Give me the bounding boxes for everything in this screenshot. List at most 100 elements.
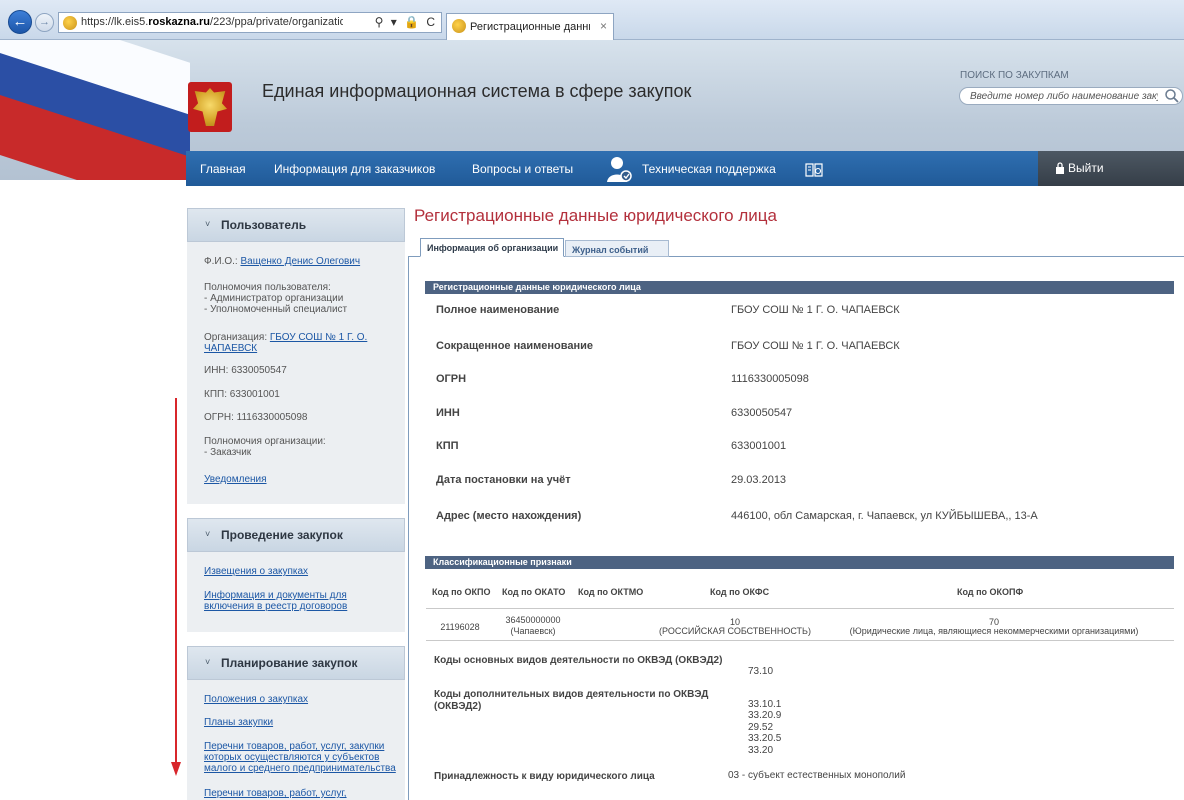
field-label-registration-date: Дата постановки на учёт bbox=[436, 474, 571, 486]
search-icon[interactable] bbox=[1164, 88, 1180, 104]
procurement-regulations-link[interactable]: Положения о закупках bbox=[204, 694, 308, 705]
okved-main-code: 73.10 bbox=[748, 666, 774, 677]
user-ogrn: ОГРН: 1116330005098 bbox=[204, 412, 308, 423]
user-panel-title: Пользователь bbox=[221, 218, 307, 232]
procurement-search-input[interactable] bbox=[959, 87, 1183, 105]
table-header: Код по ОКОПФ bbox=[957, 587, 1024, 597]
tab-organization-info[interactable]: Информация об организации bbox=[420, 238, 564, 257]
url-text: https://lk.eis5.roskazna.ru/223/ppa/priv… bbox=[81, 16, 343, 28]
tab-event-log[interactable]: Журнал событий bbox=[565, 240, 669, 257]
browser-tab[interactable]: Регистрационные данные ... × bbox=[446, 13, 614, 40]
okved-extra-code: 33.10.1 bbox=[748, 699, 782, 710]
user-organization: Организация: ГБОУ СОШ № 1 Г. О. bbox=[204, 332, 368, 343]
entity-type-label: Принадлежность к виду юридического лица bbox=[434, 771, 655, 782]
collapse-chevron-icon: ˅ bbox=[205, 529, 211, 539]
field-label-kpp: КПП bbox=[436, 440, 459, 452]
table-header: Код по ОКТМО bbox=[578, 587, 644, 597]
lock-icon bbox=[1056, 162, 1064, 174]
field-value-registration-date: 29.03.2013 bbox=[731, 474, 787, 486]
table-cell-okpo: 21196028 bbox=[440, 622, 480, 632]
field-value-address: 446100, обл Самарская, г. Чапаевск, ул К… bbox=[731, 510, 1038, 522]
tab-title: Регистрационные данные ... bbox=[470, 21, 590, 33]
user-permission-item: - Администратор организации bbox=[204, 293, 344, 304]
procurement-notices-link[interactable]: Извещения о закупках bbox=[204, 566, 308, 577]
back-button[interactable]: ← bbox=[8, 10, 32, 34]
site-favicon-icon bbox=[63, 16, 77, 30]
user-permission-item: - Уполномоченный специалист bbox=[204, 304, 348, 315]
okved-extra-code: 33.20.5 bbox=[748, 733, 782, 744]
field-value-short-name: ГБОУ СОШ № 1 Г. О. ЧАПАЕВСК bbox=[731, 340, 900, 352]
notifications-link[interactable]: Уведомления bbox=[204, 474, 267, 485]
tab-favicon-icon bbox=[452, 19, 466, 33]
okved-extra-code: 33.20.9 bbox=[748, 710, 782, 721]
table-cell-okopf-name: (Юридические лица, являющиеся некоммерче… bbox=[849, 626, 1139, 636]
nav-customers-info[interactable]: Информация для заказчиков bbox=[274, 162, 435, 176]
manual-book-icon[interactable] bbox=[805, 163, 823, 177]
field-label-ogrn: ОГРН bbox=[436, 373, 467, 385]
entity-type-value: 03 - субъект естественных монополий bbox=[728, 770, 906, 781]
russian-flag-decoration bbox=[0, 40, 190, 180]
search-label: ПОИСК ПО ЗАКУПКАМ bbox=[960, 70, 1069, 81]
nav-support[interactable]: Техническая поддержка bbox=[642, 162, 776, 176]
user-kpp: КПП: 633001001 bbox=[204, 389, 280, 400]
table-cell-okato-name: (Чапаевск) bbox=[510, 626, 556, 636]
planning-panel-header[interactable]: ˅ Планирование закупок bbox=[187, 646, 405, 680]
eagle-emblem-icon bbox=[193, 88, 227, 126]
organization-link-cont[interactable]: ЧАПАЕВСК bbox=[204, 343, 257, 354]
field-value-kpp: 633001001 bbox=[731, 440, 787, 452]
nav-faq[interactable]: Вопросы и ответы bbox=[472, 162, 573, 176]
user-inn: ИНН: 6330050547 bbox=[204, 365, 287, 376]
organization-link[interactable]: ГБОУ СОШ № 1 Г. О. bbox=[270, 332, 367, 343]
okved-extra-code: 33.20 bbox=[748, 745, 774, 756]
goods-lists-link[interactable]: Перечни товаров, работ, услуг, bbox=[204, 788, 347, 799]
okved-main-label: Коды основных видов деятельности по ОКВЭ… bbox=[434, 655, 723, 666]
field-value-ogrn: 1116330005098 bbox=[731, 373, 809, 385]
sme-lists-link-cont[interactable]: малого и среднего предпринимательства bbox=[204, 763, 396, 774]
page-title: Регистрационные данные юридического лица bbox=[414, 206, 777, 225]
procurement-panel-title: Проведение закупок bbox=[221, 528, 343, 542]
tab-close-icon[interactable]: × bbox=[600, 19, 607, 33]
sme-lists-link-cont[interactable]: которых осуществляются у субъектов bbox=[204, 752, 379, 763]
okved-extra-label-cont: (ОКВЭД2) bbox=[434, 701, 482, 712]
coat-of-arms-logo[interactable] bbox=[188, 82, 232, 132]
table-header: Код по ОКФС bbox=[710, 587, 770, 597]
red-scroll-arrow-annotation bbox=[171, 398, 181, 776]
collapse-chevron-icon: ˅ bbox=[205, 219, 211, 229]
okved-extra-label: Коды дополнительных видов деятельности п… bbox=[434, 689, 709, 700]
site-title[interactable]: Единая информационная система в сфере за… bbox=[262, 81, 691, 102]
procurement-panel-header[interactable]: ˅ Проведение закупок bbox=[187, 518, 405, 552]
field-value-inn: 6330050547 bbox=[731, 407, 793, 419]
field-label-address: Адрес (место нахождения) bbox=[436, 510, 582, 522]
table-cell-okato-code: 36450000000 bbox=[505, 615, 561, 625]
table-cell-okfs-name: (РОССИЙСКАЯ СОБСТВЕННОСТЬ) bbox=[659, 626, 811, 636]
forward-button[interactable]: → bbox=[35, 13, 54, 32]
table-header: Код по ОКАТО bbox=[502, 587, 566, 597]
field-value-full-name: ГБОУ СОШ № 1 Г. О. ЧАПАЕВСК bbox=[731, 304, 900, 316]
okved-extra-code: 29.52 bbox=[748, 722, 774, 733]
classification-section-header: Классификационные признаки bbox=[425, 556, 1174, 569]
browser-toolbar: ← → https://lk.eis5.roskazna.ru/223/ppa/… bbox=[0, 0, 1184, 40]
table-divider bbox=[426, 640, 1174, 641]
table-divider bbox=[426, 608, 1174, 609]
user-fio: Ф.И.О.: Ващенко Денис Олегович bbox=[204, 256, 361, 267]
user-panel-header[interactable]: ˅ Пользователь bbox=[187, 208, 405, 242]
collapse-chevron-icon: ˅ bbox=[205, 657, 211, 667]
address-bar-icons[interactable]: ⚲ ▾ 🔒 C bbox=[375, 15, 437, 29]
procurement-plans-link[interactable]: Планы закупки bbox=[204, 717, 273, 728]
support-person-icon bbox=[607, 157, 632, 182]
user-permissions-title: Полномочия пользователя: bbox=[204, 282, 331, 293]
sme-lists-link[interactable]: Перечни товаров, работ, услуг, закупки bbox=[204, 741, 384, 752]
address-bar[interactable]: https://lk.eis5.roskazna.ru/223/ppa/priv… bbox=[58, 12, 442, 33]
nav-home[interactable]: Главная bbox=[200, 162, 246, 176]
field-label-full-name: Полное наименование bbox=[436, 304, 560, 316]
user-fio-link[interactable]: Ващенко Денис Олегович bbox=[240, 256, 360, 267]
logout-button[interactable]: Выйти bbox=[1038, 151, 1184, 186]
field-label-short-name: Сокращенное наименование bbox=[436, 340, 593, 352]
main-navigation: Главная Информация для заказчиков Вопрос… bbox=[186, 151, 1184, 186]
org-permission-item: - Заказчик bbox=[204, 447, 252, 458]
planning-panel-title: Планирование закупок bbox=[221, 656, 358, 670]
registration-section-header: Регистрационные данные юридического лица bbox=[425, 281, 1174, 294]
field-label-inn: ИНН bbox=[436, 407, 460, 419]
contract-registry-docs-link-cont[interactable]: включения в реестр договоров bbox=[204, 601, 347, 612]
contract-registry-docs-link[interactable]: Информация и документы для bbox=[204, 590, 347, 601]
